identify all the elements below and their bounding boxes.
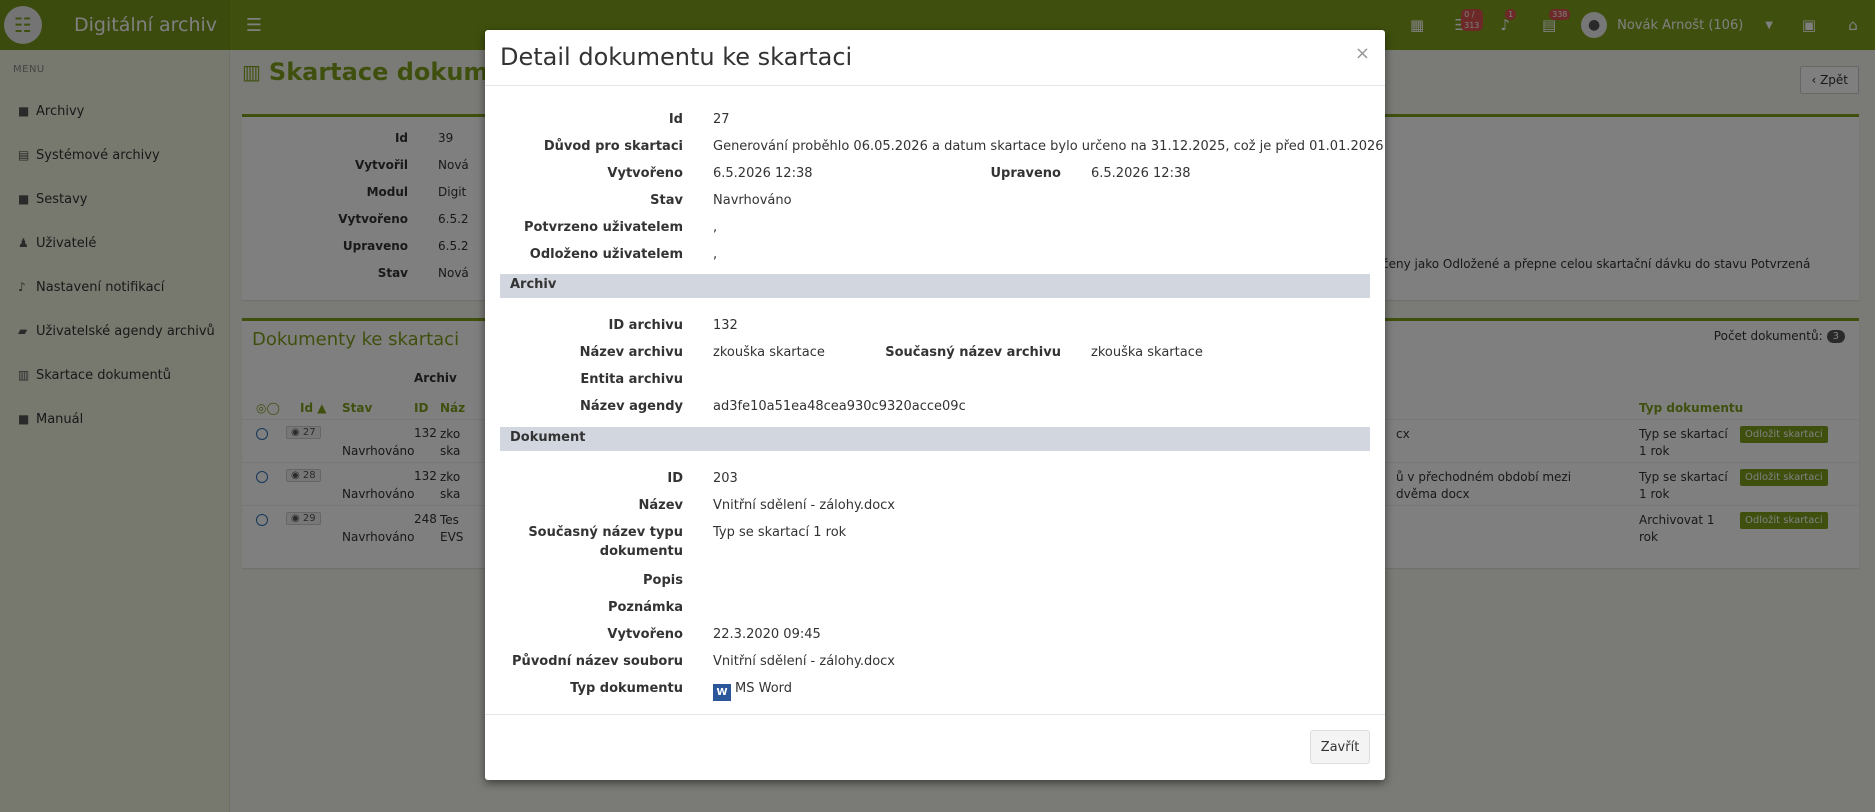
close-button[interactable]: Zavřít bbox=[1310, 730, 1370, 764]
field-label: Název archivu bbox=[579, 345, 683, 360]
field-value: Navrhováno bbox=[713, 193, 792, 208]
field-value: W MS Word bbox=[713, 679, 792, 701]
modal-footer: Zavřít bbox=[485, 714, 1385, 780]
field-label: Název bbox=[638, 498, 683, 513]
field-label: Potvrzeno uživatelem bbox=[523, 220, 683, 235]
section-header-archiv: Archiv bbox=[500, 274, 1370, 298]
field-label: Popis bbox=[643, 573, 683, 588]
field-value: Typ se skartací 1 rok bbox=[713, 525, 847, 540]
section-header-dokument: Dokument bbox=[500, 427, 1370, 451]
field-label: ID archivu bbox=[608, 318, 683, 333]
field-label: Důvod pro skartaci bbox=[543, 139, 683, 154]
field-value: Vnitřní sdělení - zálohy.docx bbox=[713, 654, 895, 669]
field-label: ID bbox=[667, 471, 683, 486]
field-label: Vytvořeno bbox=[607, 627, 683, 642]
document-detail-modal: Detail dokumentu ke skartaci × Id 27 Důvo… bbox=[485, 30, 1385, 780]
ms-word-icon: W bbox=[713, 684, 731, 701]
field-label: Poznámka bbox=[607, 600, 683, 615]
field-value: ad3fe10a51ea48cea930c9320acce09c bbox=[713, 399, 966, 414]
field-label: Název agendy bbox=[580, 399, 683, 414]
field-value: 132 bbox=[713, 318, 738, 333]
field-value: zkouška skartace bbox=[1091, 345, 1203, 360]
field-value: 6.5.2026 12:38 bbox=[713, 166, 813, 181]
field-value: , bbox=[713, 220, 718, 235]
field-label: Vytvořeno bbox=[607, 166, 683, 181]
field-value: 27 bbox=[713, 112, 730, 127]
field-value: 6.5.2026 12:38 bbox=[1091, 166, 1191, 181]
field-label: Id bbox=[668, 112, 683, 127]
field-value: Vnitřní sdělení - zálohy.docx bbox=[713, 498, 895, 513]
modal-title: Detail dokumentu ke skartaci bbox=[500, 43, 853, 71]
modal-header: Detail dokumentu ke skartaci × bbox=[485, 30, 1385, 86]
field-label: Původní název souboru bbox=[512, 654, 683, 669]
field-value: Generování proběhlo 06.05.2026 a datum s… bbox=[713, 139, 1384, 154]
field-value: zkouška skartace bbox=[713, 345, 825, 360]
field-label: Současný název archivu bbox=[885, 345, 1061, 360]
field-value: 22.3.2020 09:45 bbox=[713, 627, 821, 642]
field-label: Typ dokumentu bbox=[570, 681, 683, 696]
close-icon[interactable]: × bbox=[1355, 43, 1370, 64]
doc-type-text: MS Word bbox=[735, 681, 793, 696]
field-value: , bbox=[713, 247, 718, 262]
field-label: Současný název typu dokumentu bbox=[528, 525, 683, 559]
field-label: Odloženo uživatelem bbox=[529, 247, 683, 262]
field-label: Entita archivu bbox=[580, 372, 683, 387]
field-value: 203 bbox=[713, 471, 738, 486]
field-label: Stav bbox=[650, 193, 683, 208]
field-label: Upraveno bbox=[990, 166, 1061, 181]
